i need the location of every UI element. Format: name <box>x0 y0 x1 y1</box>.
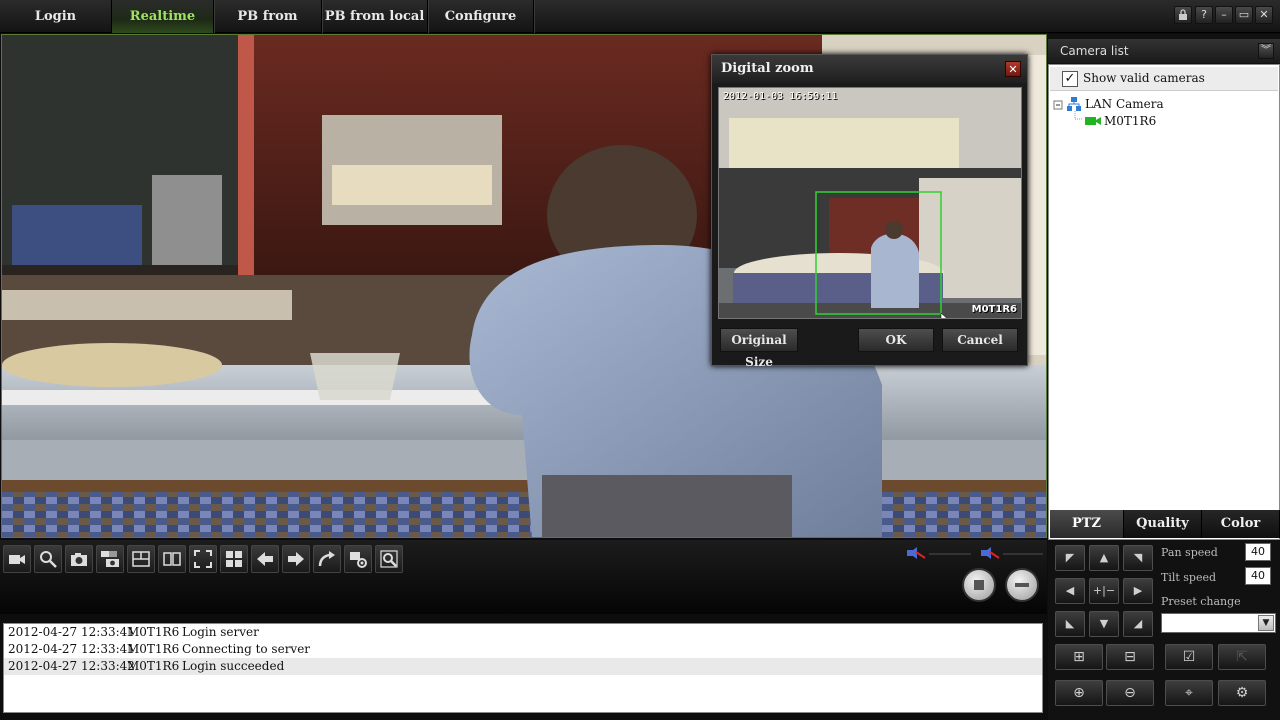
ptz-down-right-button[interactable]: ◢ <box>1123 611 1153 637</box>
log-message: Login succeeded <box>182 659 285 673</box>
cancel-button[interactable]: Cancel <box>942 328 1018 352</box>
video-record-icon[interactable] <box>3 545 31 573</box>
menu-pb-from-local[interactable]: PB from local <box>322 0 428 33</box>
patrol-icon[interactable]: ⚙ <box>1218 680 1266 706</box>
tilt-speed-label: Tilt speed <box>1161 571 1217 584</box>
auto-focus-icon[interactable]: ⌖ <box>1165 680 1213 706</box>
ptz-center-button[interactable]: +|− <box>1089 578 1119 604</box>
collapse-icon[interactable]: ︾ <box>1258 43 1274 59</box>
log-time: 2012-04-27 12:33:42 <box>8 659 135 673</box>
ok-button[interactable]: OK <box>858 328 934 352</box>
lock-icon[interactable] <box>1174 6 1192 24</box>
stop-button[interactable] <box>962 568 996 602</box>
show-valid-label: Show valid cameras <box>1083 71 1205 85</box>
grid-icon[interactable] <box>220 545 248 573</box>
ptz-up-button[interactable]: ▲ <box>1089 545 1119 571</box>
focus-far-button[interactable]: ⊖ <box>1106 680 1154 706</box>
log-row: 2012-04-27 12:33:41 M0T1R6 Login server <box>4 624 1042 641</box>
camera-list-title: Camera list <box>1060 44 1129 58</box>
top-menu-bar: Login Realtime PB from server PB from lo… <box>0 0 1280 57</box>
zoom-out-button[interactable]: ⊟ <box>1106 644 1154 670</box>
network-icon <box>1067 97 1081 111</box>
ptz-up-left-button[interactable]: ◤ <box>1055 545 1085 571</box>
dialog-close-icon[interactable]: ✕ <box>1005 61 1021 77</box>
log-row: 2012-04-27 12:33:41 M0T1R6 Connecting to… <box>4 641 1042 658</box>
menu-pb-from-server[interactable]: PB from server <box>214 0 322 57</box>
log-row: 2012-04-27 12:33:42 M0T1R6 Login succeed… <box>4 658 1042 675</box>
pan-speed-label: Pan speed <box>1161 546 1218 559</box>
help-icon[interactable]: ? <box>1195 6 1213 24</box>
ptz-right-button[interactable]: ▶ <box>1123 578 1153 604</box>
log-camera: M0T1R6 <box>127 659 180 673</box>
log-time: 2012-04-27 12:33:41 <box>8 625 135 639</box>
audio-sliders[interactable] <box>905 546 1045 562</box>
minimize-icon[interactable]: – <box>1215 6 1233 24</box>
pan-speed-input[interactable]: 40 <box>1245 543 1271 561</box>
log-message: Login server <box>182 625 259 639</box>
ptz-down-button[interactable]: ▼ <box>1089 611 1119 637</box>
menu-realtime[interactable]: Realtime <box>112 0 214 33</box>
show-valid-row[interactable]: ✓ Show valid cameras <box>1050 67 1278 91</box>
close-icon[interactable]: ✕ <box>1255 6 1273 24</box>
next-icon[interactable] <box>282 545 310 573</box>
restore-icon[interactable]: ▭ <box>1235 6 1253 24</box>
ptz-left-button[interactable]: ◀ <box>1055 578 1085 604</box>
dialog-title: Digital zoom <box>712 55 1027 83</box>
app-window: Login Realtime PB from server PB from lo… <box>0 0 1280 720</box>
tab-color[interactable]: Color <box>1202 510 1280 538</box>
ptz-up-right-button[interactable]: ◥ <box>1123 545 1153 571</box>
digital-zoom-icon[interactable] <box>375 545 403 573</box>
preset-go-button[interactable]: ⇱ <box>1218 644 1266 670</box>
zoom-timestamp: 2012-01-03 16:59:11 <box>723 91 838 102</box>
camera-list-header: Camera list ︾ <box>1048 39 1280 63</box>
zoom-camera-label: M0T1R6 <box>971 304 1017 315</box>
zoom-preview-image <box>719 88 1021 318</box>
log-message: Connecting to server <box>182 642 311 656</box>
event-log[interactable]: 2012-04-27 12:33:41 M0T1R6 Login server … <box>3 623 1043 713</box>
remove-button[interactable] <box>1005 568 1039 602</box>
snapshot-icon[interactable] <box>65 545 93 573</box>
log-time: 2012-04-27 12:33:41 <box>8 642 135 656</box>
preset-change-label: Preset change <box>1161 595 1241 608</box>
previous-icon[interactable] <box>251 545 279 573</box>
video-toolbar <box>0 540 1047 614</box>
layout-dual-icon[interactable] <box>158 545 186 573</box>
menu-login[interactable]: Login <box>0 0 112 33</box>
camera-icon <box>1085 117 1101 125</box>
layout-split-icon[interactable] <box>127 545 155 573</box>
tree-camera-label[interactable]: M0T1R6 <box>1104 114 1156 128</box>
log-camera: M0T1R6 <box>127 642 180 656</box>
ptz-down-left-button[interactable]: ◣ <box>1055 611 1085 637</box>
log-camera: M0T1R6 <box>127 625 180 639</box>
settings-icon[interactable] <box>344 545 372 573</box>
show-valid-checkbox[interactable]: ✓ <box>1062 71 1078 87</box>
tree-group-label[interactable]: LAN Camera <box>1085 97 1164 111</box>
chevron-down-icon[interactable]: ▼ <box>1258 615 1274 631</box>
multi-snapshot-icon[interactable] <box>96 545 124 573</box>
zoom-in-button[interactable]: ⊞ <box>1055 644 1103 670</box>
right-panel: Camera list ︾ ✓ Show valid cameras LAN C… <box>1048 34 1280 720</box>
preset-set-button[interactable]: ☑ <box>1165 644 1213 670</box>
fullscreen-icon[interactable] <box>189 545 217 573</box>
zoom-preview[interactable]: 2012-01-03 16:59:11 M0T1R6 <box>718 87 1022 319</box>
tilt-speed-input[interactable]: 40 <box>1245 567 1271 585</box>
tab-ptz[interactable]: PTZ <box>1050 510 1124 538</box>
preset-select[interactable]: ▼ <box>1161 613 1276 633</box>
camera-list[interactable]: ✓ Show valid cameras LAN Camera M0T1R6 <box>1048 64 1280 540</box>
focus-near-button[interactable]: ⊕ <box>1055 680 1103 706</box>
digital-zoom-dialog[interactable]: Digital zoom ✕ 2012-01-03 16:59:11 M0T1R… <box>711 54 1028 369</box>
redo-icon[interactable] <box>313 545 341 573</box>
zoom-icon[interactable] <box>34 545 62 573</box>
tab-quality[interactable]: Quality <box>1124 510 1202 538</box>
original-size-button[interactable]: Original Size <box>720 328 798 369</box>
menu-configure[interactable]: Configure <box>428 0 534 33</box>
